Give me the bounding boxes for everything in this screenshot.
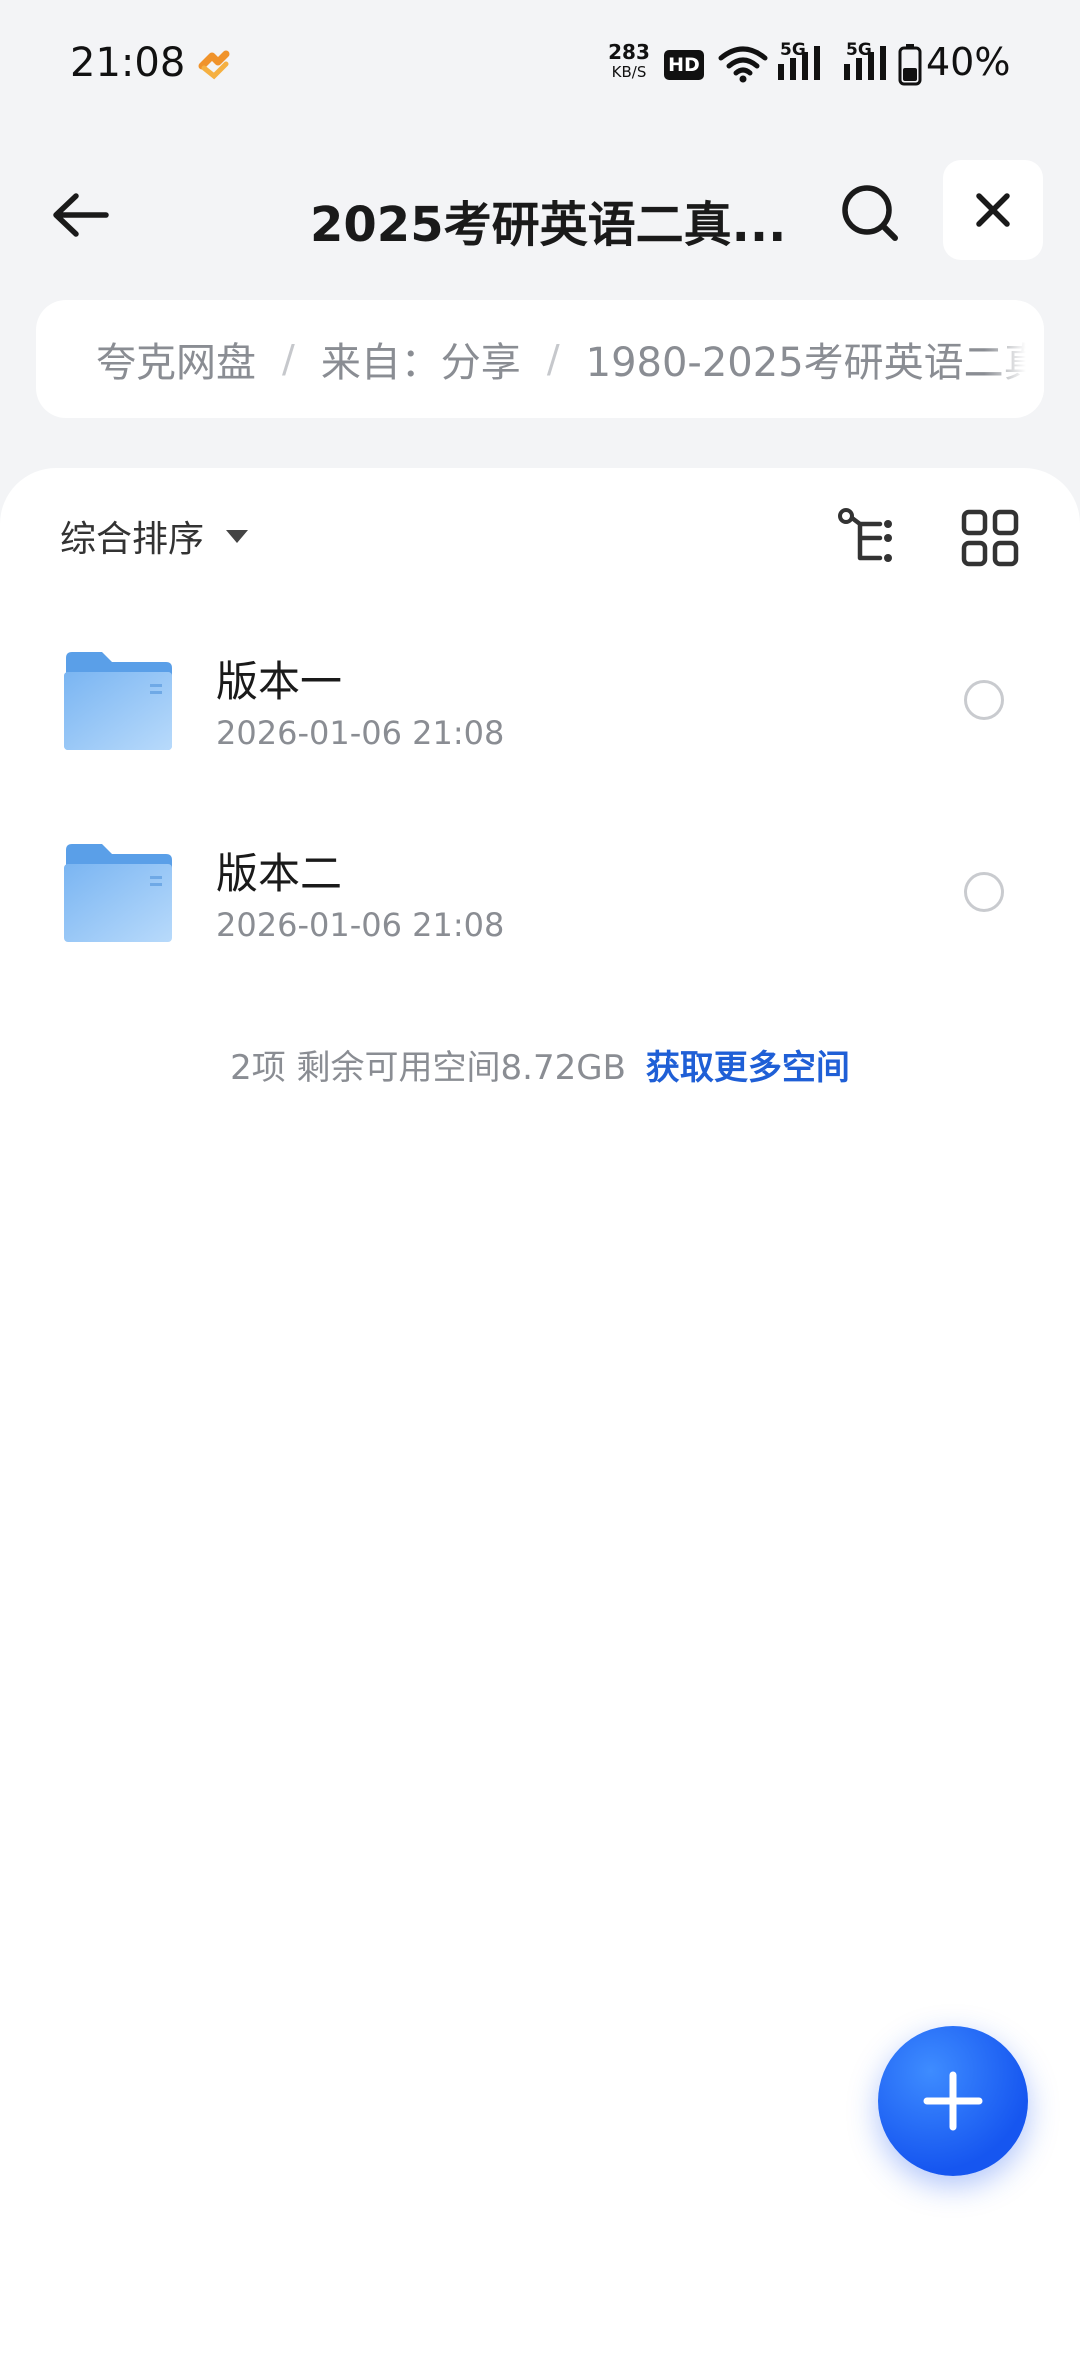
breadcrumb-path: 夸克网盘 / 来自：分享 / 1980-2025考研英语二真题: [96, 300, 1044, 418]
top-bar: 2025考研英语二真...: [0, 155, 1080, 265]
file-modified-date: 2026-01-06 21:08: [216, 906, 505, 944]
breadcrumb-fade: [984, 300, 1044, 418]
wifi-icon: [718, 46, 768, 83]
signal-icon: [778, 46, 820, 80]
battery-icon: [898, 44, 922, 86]
select-checkbox[interactable]: [964, 872, 1004, 912]
breadcrumb: 夸克网盘 / 来自：分享 / 1980-2025考研英语二真题: [36, 300, 1044, 418]
search-button[interactable]: [830, 173, 910, 253]
sort-dropdown[interactable]: 综合排序: [60, 510, 249, 562]
plus-icon: [923, 2071, 983, 2131]
hd-voice-badge: HD: [664, 50, 704, 80]
select-checkbox[interactable]: [964, 680, 1004, 720]
folder-icon: [64, 844, 172, 942]
status-time: 21:08: [70, 40, 186, 86]
file-row[interactable]: 版本一 2026-01-06 21:08: [0, 618, 1080, 778]
signal-icon: [844, 46, 886, 80]
add-button[interactable]: [878, 2026, 1028, 2176]
page-title: 2025考研英语二真...: [310, 197, 787, 253]
get-more-space-link[interactable]: 获取更多空间: [646, 1048, 850, 1088]
close-icon: [976, 193, 1010, 227]
close-button[interactable]: [943, 160, 1043, 260]
file-row[interactable]: 版本二 2026-01-06 21:08: [0, 810, 1080, 970]
storage-summary: 2项 剩余可用空间8.72GB 获取更多空间: [0, 1040, 1080, 1089]
breadcrumb-item-parent[interactable]: 1980-2025考研英语二真题: [586, 330, 1044, 388]
tree-view-icon[interactable]: [836, 506, 900, 570]
file-name: 版本二: [216, 849, 343, 898]
file-name: 版本一: [216, 657, 343, 706]
breadcrumb-separator: /: [546, 337, 560, 381]
file-modified-date: 2026-01-06 21:08: [216, 714, 505, 752]
battery-percentage: 40%: [926, 40, 1011, 84]
search-icon: [842, 185, 898, 241]
caret-down-icon: [226, 529, 249, 543]
back-button[interactable]: [40, 175, 120, 255]
sort-label: 综合排序: [60, 519, 205, 560]
storage-summary-text: 2项 剩余可用空间8.72GB: [230, 1048, 626, 1088]
quark-drive-folder-screen: 21:08 283 KB/S HD 5G 5G 40% 2025考研英语二真..…: [0, 0, 1080, 2376]
folder-icon: [64, 652, 172, 750]
app-notification-icon: [198, 50, 230, 80]
breadcrumb-item-shared[interactable]: 来自：分享: [321, 330, 521, 388]
breadcrumb-separator: /: [282, 337, 295, 381]
breadcrumb-item-root[interactable]: 夸克网盘: [96, 330, 256, 388]
status-bar: 21:08 283 KB/S HD 5G 5G 40%: [0, 0, 1080, 130]
grid-view-icon[interactable]: [960, 508, 1020, 568]
network-speed: 283 KB/S: [608, 40, 650, 81]
back-arrow-icon: [53, 193, 109, 237]
